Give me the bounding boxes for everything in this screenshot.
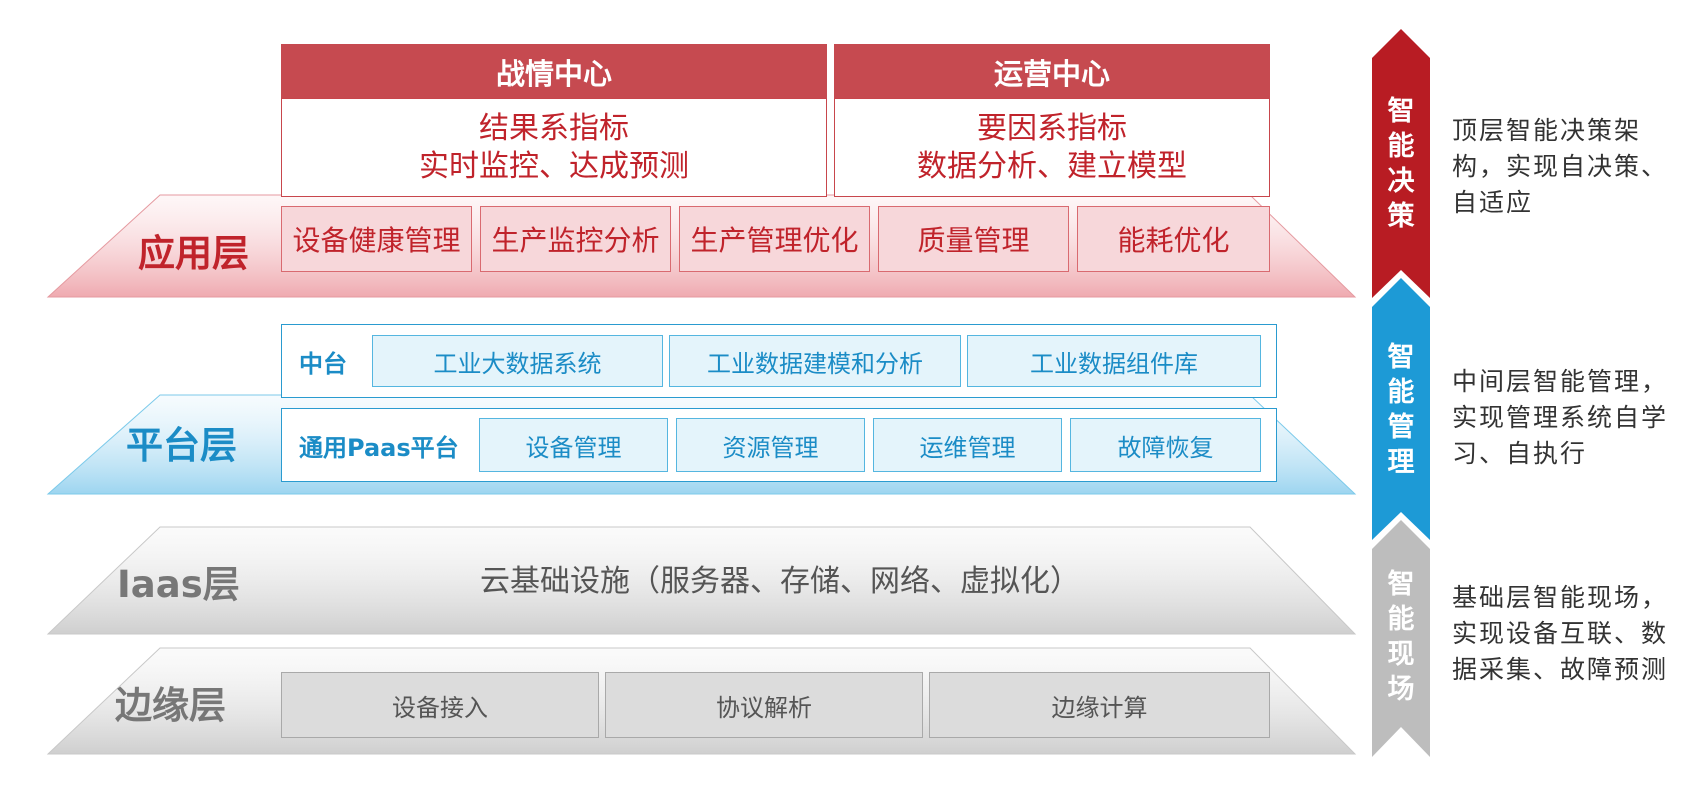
middle-platform-item: 工业大数据系统 [372, 335, 663, 387]
paas-platform-title: 通用Paas平台 [299, 433, 459, 462]
edge-item: 设备接入 [281, 672, 599, 738]
app-module: 设备健康管理 [281, 206, 472, 272]
operations-center-title: 运营中心 [834, 44, 1270, 99]
field-arrow-label: 智能现场 [1387, 569, 1415, 705]
edge-item: 边缘计算 [929, 672, 1270, 738]
platform-layer-label: 平台层 [126, 424, 237, 467]
app-module: 生产管理优化 [679, 206, 870, 272]
paas-platform-item: 资源管理 [676, 418, 865, 472]
paas-platform-item: 设备管理 [479, 418, 668, 472]
war-room-center-body: 结果系指标 实时监控、达成预测 [281, 98, 827, 197]
decision-arrow-label: 智能决策 [1387, 96, 1415, 232]
operations-metrics: 要因系指标 [977, 110, 1127, 146]
war-room-center-title: 战情中心 [281, 44, 827, 99]
operations-center-body: 要因系指标 数据分析、建立模型 [834, 98, 1270, 197]
iaas-layer-label: Iaas层 [117, 563, 240, 606]
middle-platform-item: 工业数据组件库 [967, 335, 1261, 387]
management-arrow-label: 智能管理 [1387, 342, 1415, 478]
app-module: 能耗优化 [1077, 206, 1270, 272]
decision-description: 顶层智能决策架构，实现自决策、自适应 [1452, 116, 1669, 217]
iaas-content: 云基础设施（服务器、存储、网络、虚拟化） [480, 564, 1080, 599]
app-module: 质量管理 [878, 206, 1069, 272]
edge-item: 协议解析 [605, 672, 923, 738]
management-description: 中间层智能管理，实现管理系统自学习、自执行 [1452, 367, 1669, 468]
paas-platform-item: 故障恢复 [1070, 418, 1261, 472]
middle-platform-title: 中台 [299, 349, 347, 378]
middle-platform-item: 工业数据建模和分析 [669, 335, 961, 387]
app-layer-label: 应用层 [138, 232, 249, 275]
war-room-functions: 实时监控、达成预测 [419, 148, 689, 184]
app-module: 生产监控分析 [480, 206, 671, 272]
operations-functions: 数据分析、建立模型 [917, 148, 1187, 184]
field-description: 基础层智能现场，实现设备互联、数据采集、故障预测 [1452, 583, 1669, 684]
paas-platform-item: 运维管理 [873, 418, 1062, 472]
war-room-metrics: 结果系指标 [479, 110, 629, 146]
edge-layer-label: 边缘层 [115, 684, 226, 727]
